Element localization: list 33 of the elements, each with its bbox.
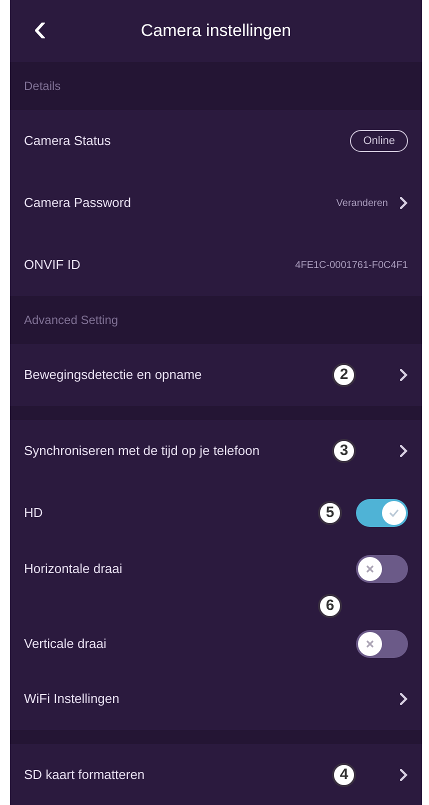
check-icon [389,508,399,518]
settings-row-text: ONVIF ID 4FE1C-0001761-F0C4F1 [23,256,409,274]
callout-number: 2 [332,363,356,387]
settings-row[interactable]: HD 5 [10,482,422,544]
settings-row[interactable]: Horizontale draai [10,544,422,593]
toggle-switch[interactable] [356,554,408,582]
callout-number: 5 [318,501,342,525]
screen-title: Camera instellingen [140,20,292,42]
x-icon [366,640,374,648]
toggle-switch[interactable] [356,499,408,527]
settings-row[interactable]: Synchroniseren met de tijd op je telefoon 3 [10,420,422,482]
toggle-switch[interactable] [356,630,408,658]
callout-number: 3 [332,439,356,463]
chevron-icon [400,769,408,781]
settings-row[interactable]: Bewegingsdetectie en opname 2 [10,344,422,406]
section-header: Details [24,78,61,95]
status-pill: Online [350,130,408,152]
chevron-icon [400,445,408,457]
id-value: 4FE1C-0001761-F0C4F1 [295,258,408,272]
x-icon [366,564,374,572]
section-header: Advanced Setting [24,312,118,329]
settings-row[interactable]: SD kaart formatteren 4 [10,744,422,805]
chevron-icon [400,197,408,209]
settings-row[interactable]: WiFi Instellingen [10,668,422,730]
chevron-icon [400,369,408,381]
back-button[interactable]: ‹ [18,8,62,54]
callout-number: 4 [332,763,356,787]
settings-row[interactable]: Camera Password Veranderen [10,172,422,234]
settings-row: Camera Status Online [10,110,422,172]
callout-number: 6 [318,594,342,618]
settings-row[interactable]: Verticale draai [10,619,422,668]
chevron-icon [400,693,408,705]
row-value: Veranderen [336,196,388,210]
